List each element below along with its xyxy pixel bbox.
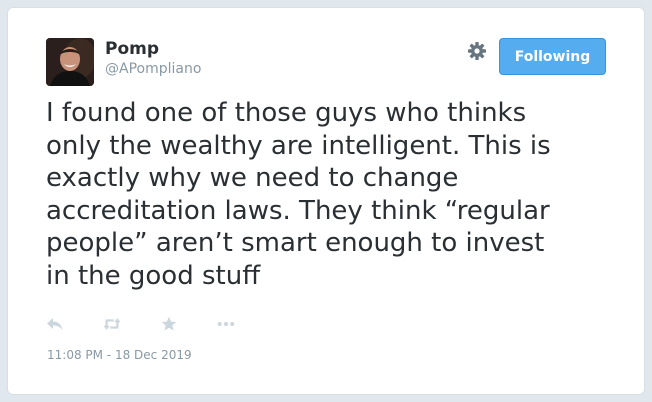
tweet-text: I found one of those guys who thinks onl… [46, 98, 551, 291]
following-button[interactable]: Following [499, 38, 606, 75]
star-icon[interactable] [160, 315, 178, 333]
retweet-icon[interactable] [103, 315, 121, 333]
avatar-image [46, 38, 94, 86]
avatar[interactable] [46, 38, 94, 86]
tweet-timestamp[interactable]: 11:08 PM - 18 Dec 2019 [47, 348, 192, 362]
tweet-actions [46, 314, 274, 334]
reply-icon[interactable] [46, 315, 64, 333]
gear-icon[interactable] [467, 41, 487, 61]
more-icon[interactable] [217, 315, 235, 333]
tweet-card: Pomp @APompliano Following I found one o… [7, 7, 645, 395]
author-name[interactable]: Pomp [105, 39, 159, 59]
author-handle[interactable]: @APompliano [105, 61, 201, 77]
